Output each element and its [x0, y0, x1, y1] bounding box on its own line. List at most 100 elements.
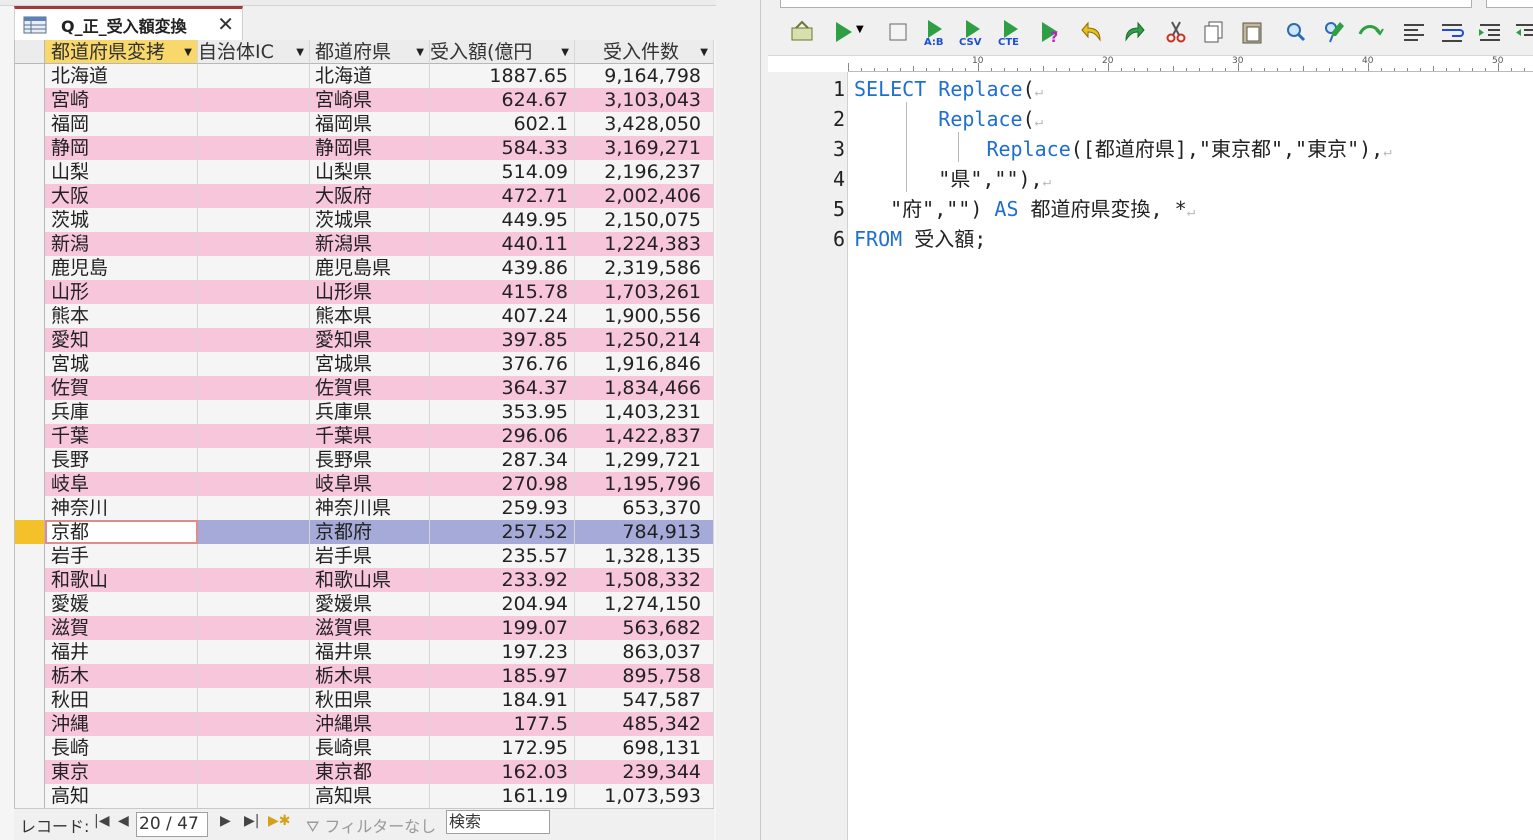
table-row[interactable]: 栃木 栃木県 185.97 895,758	[15, 664, 714, 688]
cell-amount[interactable]: 353.95	[430, 400, 575, 424]
table-row[interactable]: 岐阜 岐阜県 270.98 1,195,796	[15, 472, 714, 496]
cell-count[interactable]: 3,103,043	[575, 88, 714, 112]
cell-count[interactable]: 3,428,050	[575, 112, 714, 136]
cell-count[interactable]: 1,900,556	[575, 304, 714, 328]
cell-municipality-id[interactable]	[198, 520, 310, 544]
cell-amount[interactable]: 415.78	[430, 280, 575, 304]
cell-count[interactable]: 2,150,075	[575, 208, 714, 232]
table-row[interactable]: 静岡 静岡県 584.33 3,169,271	[15, 136, 714, 160]
cell-prefecture[interactable]: 千葉県	[310, 424, 430, 448]
cell-municipality-id[interactable]	[198, 424, 310, 448]
column-header-amount[interactable]: 受入額(億円 ▼	[430, 40, 575, 64]
cell-amount[interactable]: 472.71	[430, 184, 575, 208]
run-icon[interactable]	[830, 18, 858, 46]
cell-amount[interactable]: 449.95	[430, 208, 575, 232]
cell-prefecture[interactable]: 和歌山県	[310, 568, 430, 592]
cell-count[interactable]: 2,196,237	[575, 160, 714, 184]
cell-prefecture[interactable]: 東京都	[310, 760, 430, 784]
cell-municipality-id[interactable]	[198, 304, 310, 328]
table-row[interactable]: 鹿児島 鹿児島県 439.86 2,319,586	[15, 256, 714, 280]
cell-amount[interactable]: 172.95	[430, 736, 575, 760]
cell-prefecture-converted[interactable]: 佐賀	[45, 376, 198, 400]
cell-count[interactable]: 1,328,135	[575, 544, 714, 568]
cell-municipality-id[interactable]	[198, 664, 310, 688]
table-row[interactable]: 北海道 北海道 1887.65 9,164,798	[15, 64, 714, 88]
cell-municipality-id[interactable]	[198, 280, 310, 304]
cell-prefecture[interactable]: 岐阜県	[310, 472, 430, 496]
cell-prefecture-converted[interactable]: 和歌山	[45, 568, 198, 592]
column-header-prefecture-converted[interactable]: 都道府県変拷 ▼	[45, 40, 198, 64]
cell-prefecture-converted[interactable]: 高知	[45, 784, 198, 808]
table-row[interactable]: 福岡 福岡県 602.1 3,428,050	[15, 112, 714, 136]
cell-municipality-id[interactable]	[198, 256, 310, 280]
cell-municipality-id[interactable]	[198, 784, 310, 808]
row-selector[interactable]	[15, 136, 45, 160]
stop-icon[interactable]	[884, 18, 912, 46]
row-selector[interactable]	[15, 640, 45, 664]
copy-icon[interactable]	[1200, 18, 1228, 46]
cell-amount[interactable]: 584.33	[430, 136, 575, 160]
row-selector[interactable]	[15, 712, 45, 736]
cell-prefecture-converted[interactable]: 宮城	[45, 352, 198, 376]
row-selector[interactable]	[15, 424, 45, 448]
code-line[interactable]: Replace(↵	[854, 104, 1043, 134]
cell-prefecture-converted[interactable]: 長野	[45, 448, 198, 472]
table-row[interactable]: 長崎 長崎県 172.95 698,131	[15, 736, 714, 760]
cell-count[interactable]: 239,344	[575, 760, 714, 784]
table-row[interactable]: 山梨 山梨県 514.09 2,196,237	[15, 160, 714, 184]
cell-municipality-id[interactable]	[198, 688, 310, 712]
find-icon[interactable]	[1282, 18, 1310, 46]
table-row[interactable]: 宮崎 宮崎県 624.67 3,103,043	[15, 88, 714, 112]
cte-icon[interactable]: CTE	[996, 18, 1024, 46]
cell-prefecture-converted[interactable]: 岐阜	[45, 472, 198, 496]
column-header-municipality-id[interactable]: 自治体IC ▼	[198, 40, 310, 64]
cut-icon[interactable]	[1162, 18, 1190, 46]
row-selector[interactable]	[15, 304, 45, 328]
table-row[interactable]: 山形 山形県 415.78 1,703,261	[15, 280, 714, 304]
cell-count[interactable]: 1,834,466	[575, 376, 714, 400]
row-selector[interactable]	[15, 496, 45, 520]
cell-prefecture-converted[interactable]: 京都	[45, 520, 198, 544]
cell-amount[interactable]: 407.24	[430, 304, 575, 328]
format-icon[interactable]	[1356, 18, 1384, 46]
cell-amount[interactable]: 270.98	[430, 472, 575, 496]
cell-prefecture[interactable]: 愛媛県	[310, 592, 430, 616]
cell-municipality-id[interactable]	[198, 496, 310, 520]
cell-prefecture-converted[interactable]: 静岡	[45, 136, 198, 160]
cell-count[interactable]: 1,299,721	[575, 448, 714, 472]
cell-prefecture-converted[interactable]: 北海道	[45, 64, 198, 88]
wrap-icon[interactable]	[1438, 18, 1466, 46]
cell-count[interactable]: 784,913	[575, 520, 714, 544]
row-selector[interactable]	[15, 328, 45, 352]
current-record-field[interactable]: 20 / 47	[136, 812, 208, 837]
no-filter-indicator[interactable]: ⛛ フィルターなし	[306, 813, 436, 837]
table-row[interactable]: 高知 高知県 161.19 1,073,593	[15, 784, 714, 808]
cell-count[interactable]: 1,250,214	[575, 328, 714, 352]
cell-count[interactable]: 1,274,150	[575, 592, 714, 616]
cell-amount[interactable]: 364.37	[430, 376, 575, 400]
table-row[interactable]: 大阪 大阪府 472.71 2,002,406	[15, 184, 714, 208]
column-header-count[interactable]: 受入件数 ▼	[575, 40, 714, 64]
row-selector[interactable]	[15, 112, 45, 136]
cell-municipality-id[interactable]	[198, 568, 310, 592]
previous-record-button[interactable]: ◀	[118, 813, 129, 829]
cell-prefecture[interactable]: 神奈川県	[310, 496, 430, 520]
cell-prefecture[interactable]: 福井県	[310, 640, 430, 664]
cell-amount[interactable]: 162.03	[430, 760, 575, 784]
cell-prefecture-converted[interactable]: 滋賀	[45, 616, 198, 640]
cell-count[interactable]: 1,422,837	[575, 424, 714, 448]
row-selector[interactable]	[15, 160, 45, 184]
cell-prefecture[interactable]: 宮城県	[310, 352, 430, 376]
cell-prefecture[interactable]: 福岡県	[310, 112, 430, 136]
editor-top-field[interactable]	[780, 0, 1472, 8]
cell-prefecture-converted[interactable]: 福岡	[45, 112, 198, 136]
cell-count[interactable]: 1,224,383	[575, 232, 714, 256]
cell-count[interactable]: 1,403,231	[575, 400, 714, 424]
table-row[interactable]: 福井 福井県 197.23 863,037	[15, 640, 714, 664]
close-tab-icon[interactable]: ✕	[217, 12, 234, 36]
cell-prefecture[interactable]: 新潟県	[310, 232, 430, 256]
table-row[interactable]: 宮城 宮城県 376.76 1,916,846	[15, 352, 714, 376]
cell-prefecture[interactable]: 大阪府	[310, 184, 430, 208]
cell-amount[interactable]: 397.85	[430, 328, 575, 352]
cell-amount[interactable]: 233.92	[430, 568, 575, 592]
